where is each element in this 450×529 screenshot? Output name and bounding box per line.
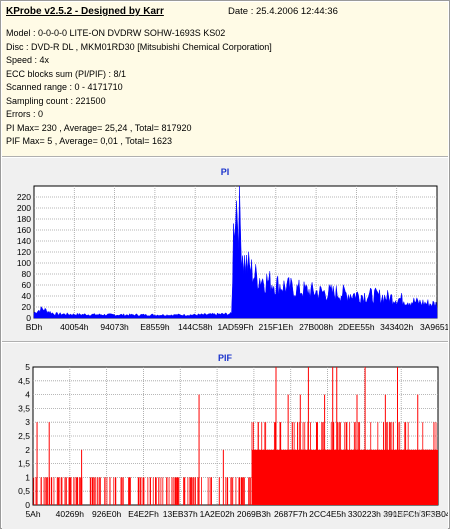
pi-x-tick-label: 94073h xyxy=(100,322,129,332)
pi-x-tick-label: 40054h xyxy=(60,322,89,332)
pi-x-tick-label: 27B008h xyxy=(299,322,333,332)
pif-x-tick-label: 2CC4E5h xyxy=(309,509,346,519)
pif-x-tick-label: E4E2Fh xyxy=(128,509,159,519)
pi-plot: 020406080100120140160180200220BDh 40054h 9… xyxy=(17,185,448,332)
pi-x-tick-label: 3A9651h xyxy=(420,322,448,332)
info-panel: KProbe v2.5.2 - Designed by Karr Date : … xyxy=(2,2,448,157)
pi-y-tick-label: 140 xyxy=(17,236,31,246)
kprobe-window: KProbe v2.5.2 - Designed by Karr Date : … xyxy=(0,0,450,529)
pi-y-tick-label: 220 xyxy=(17,192,31,202)
app-title: KProbe v2.5.2 - Designed by Karr xyxy=(6,6,164,17)
info-model: Model : 0-0-0-0 LITE-ON DVDRW SOHW-1693S… xyxy=(6,28,226,38)
pif-x-tick-label: 5Ah xyxy=(25,509,40,519)
pif-x-tick-label: 926E0h xyxy=(92,509,122,519)
info-disc: Disc : DVD-R DL , MKM01RD30 [Mitsubishi … xyxy=(6,41,272,52)
watermark: www.cdr.cz xyxy=(383,509,438,520)
pi-x-tick-label: 215F1Eh xyxy=(259,322,294,332)
info-pi-stats: PI Max= 230 , Average= 25,24 , Total= 81… xyxy=(6,122,192,133)
pif-x-tick-label: 13EB37h xyxy=(163,509,198,519)
info-scanned-range: Scanned range : 0 - 4171710 xyxy=(6,82,123,92)
info-errors: Errors : 0 xyxy=(6,109,44,119)
pi-x-tick-label: 1AD59Fh xyxy=(218,322,254,332)
pif-x-tick-label: 330223h xyxy=(348,509,381,519)
pif-x-tick-label: 2069B3h xyxy=(237,509,271,519)
pif-y-tick-label: 5 xyxy=(25,362,30,372)
pif-x-tick-label: 40269h xyxy=(56,509,85,519)
pi-y-tick-label: 180 xyxy=(17,214,31,224)
pif-y-tick-label: 1 xyxy=(25,472,30,482)
pif-plot: 00,511,522,533,544,555Ah 40269h 926E0h E4E2… xyxy=(18,362,448,519)
pif-y-tick-label: 2 xyxy=(25,445,30,455)
scan-date: Date : 25.4.2006 12:44:36 xyxy=(228,6,338,17)
pif-x-tick-label: 1A2E02h xyxy=(200,509,235,519)
pi-x-tick-label: 2DEE55h xyxy=(338,322,375,332)
pif-y-tick-label: 1,5 xyxy=(18,459,30,469)
pi-y-tick-label: 20 xyxy=(22,302,32,312)
info-speed: Speed : 4x xyxy=(6,55,50,65)
pi-y-tick-label: 80 xyxy=(22,269,32,279)
info-ecc-blocks: ECC blocks sum (PI/PIF) : 8/1 xyxy=(6,68,127,79)
pi-y-tick-label: 100 xyxy=(17,258,31,268)
pif-chart: PIF 0 0,5 1 1,5 2 2,5 3 3,5 4 4,5 5 5Ah 40269h 926E0h… xyxy=(2,343,448,529)
pif-y-tick-label: 4,5 xyxy=(18,376,30,386)
pif-y-tick-label: 2,5 xyxy=(18,431,30,441)
pi-x-tick-label: 343402h xyxy=(380,322,413,332)
info-sampling-count: Sampling count : 221500 xyxy=(6,95,106,106)
pif-y-tick-label: 3 xyxy=(25,417,30,427)
pi-x-tick-label: 144C58h xyxy=(178,322,213,332)
pi-y-tick-label: 40 xyxy=(22,291,32,301)
pif-y-tick-label: 4 xyxy=(25,390,30,400)
pi-chart: PI 0 20 40 60 80 100 120 140 160 180 200 220 BDh 4005… xyxy=(2,158,448,342)
scan-info-list: Model : 0-0-0-0 LITE-ON DVDRW SOHW-1693S… xyxy=(6,27,272,149)
pif-x-tick-label: 2687F7h xyxy=(274,509,308,519)
pi-x-tick-label: E8559h xyxy=(140,322,170,332)
pi-x-tick-label: BDh xyxy=(26,322,43,332)
info-pif-stats: PIF Max= 5 , Average= 0,01 , Total= 1623 xyxy=(6,136,173,146)
pi-y-tick-label: 120 xyxy=(17,247,31,257)
pi-y-tick-label: 60 xyxy=(22,280,32,290)
pif-y-tick-label: 3,5 xyxy=(18,403,30,413)
pi-y-tick-label: 200 xyxy=(17,203,31,213)
pif-y-tick-label: 0,5 xyxy=(18,486,30,496)
pi-y-tick-label: 160 xyxy=(17,225,31,235)
